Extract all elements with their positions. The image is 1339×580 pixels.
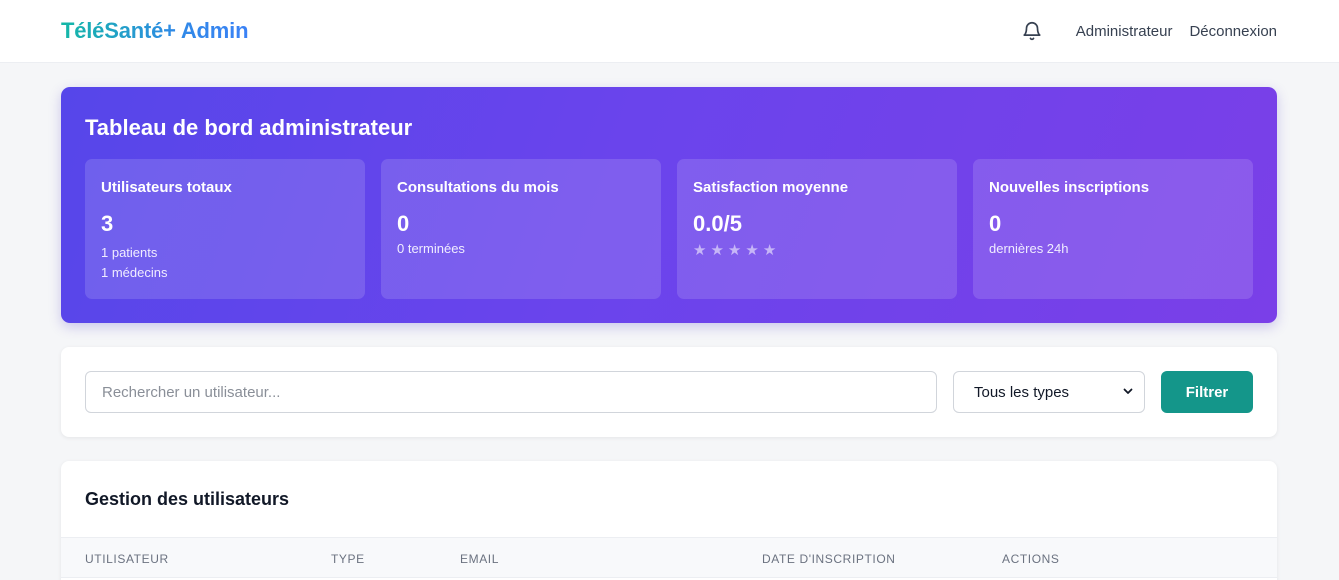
logout-link[interactable]: Déconnexion (1189, 23, 1277, 40)
stat-label: Satisfaction moyenne (693, 179, 849, 196)
user-filter-bar: Tous les types Filtrer (61, 347, 1277, 437)
stat-label: Nouvelles inscriptions (989, 179, 1150, 196)
stat-value: 0 (989, 211, 1002, 236)
star-icon: ★ (727, 242, 742, 259)
star-icon: ★ (693, 242, 707, 259)
column-header-actions[interactable]: Actions (1002, 552, 1060, 566)
dashboard-title: Tableau de bord administrateur (85, 115, 413, 140)
column-header-signup-date[interactable]: Date d'inscription (762, 552, 896, 566)
stat-card-new-signups: Nouvelles inscriptions 0 dernières 24h (973, 159, 1253, 299)
star-icon: ★ (710, 242, 724, 259)
user-search-input[interactable] (85, 371, 937, 413)
stat-completed-count: 0 terminées (397, 241, 465, 256)
user-management-card: Gestion des utilisateurs Utilisateur Typ… (61, 461, 1277, 580)
column-header-user[interactable]: Utilisateur (85, 552, 169, 566)
chevron-down-icon (1122, 384, 1134, 401)
admin-dashboard-banner: Tableau de bord administrateur Utilisate… (61, 87, 1277, 323)
stat-card-total-users: Utilisateurs totaux 3 1 patients 1 médec… (85, 159, 365, 299)
bell-icon[interactable] (1021, 20, 1043, 42)
section-title: Gestion des utilisateurs (85, 489, 290, 509)
top-navbar: TéléSanté+ Admin Administrateur Déconnex… (0, 0, 1339, 63)
stat-card-monthly-consultations: Consultations du mois 0 0 terminées (381, 159, 661, 299)
star-icon: ★ (762, 242, 777, 259)
filter-button[interactable]: Filtrer (1161, 371, 1253, 413)
stat-patients-count: 1 patients (101, 245, 158, 260)
stat-value: 0 (397, 211, 410, 236)
stat-value: 3 (101, 211, 114, 236)
brand-logo[interactable]: TéléSanté+ Admin (61, 18, 249, 44)
stat-value: 0.0/5 (693, 211, 742, 236)
user-type-selected: Tous les types (974, 383, 1070, 401)
stat-label: Utilisateurs totaux (101, 179, 232, 196)
column-header-email[interactable]: Email (460, 552, 499, 566)
stat-period: dernières 24h (989, 241, 1069, 256)
rating-stars: ★ ★ ★ ★ ★ (693, 243, 780, 258)
admin-user-link[interactable]: Administrateur (1076, 23, 1173, 40)
stat-label: Consultations du mois (397, 179, 559, 196)
stat-doctors-count: 1 médecins (101, 265, 168, 280)
column-header-type[interactable]: Type (331, 552, 365, 566)
user-type-select[interactable]: Tous les types (953, 371, 1145, 413)
star-icon: ★ (745, 242, 759, 259)
navbar-right: Administrateur Déconnexion (1021, 20, 1277, 42)
users-table-header: Utilisateur Type Email Date d'inscriptio… (61, 537, 1277, 578)
stat-card-satisfaction: Satisfaction moyenne 0.0/5 ★ ★ ★ ★ ★ (677, 159, 957, 299)
